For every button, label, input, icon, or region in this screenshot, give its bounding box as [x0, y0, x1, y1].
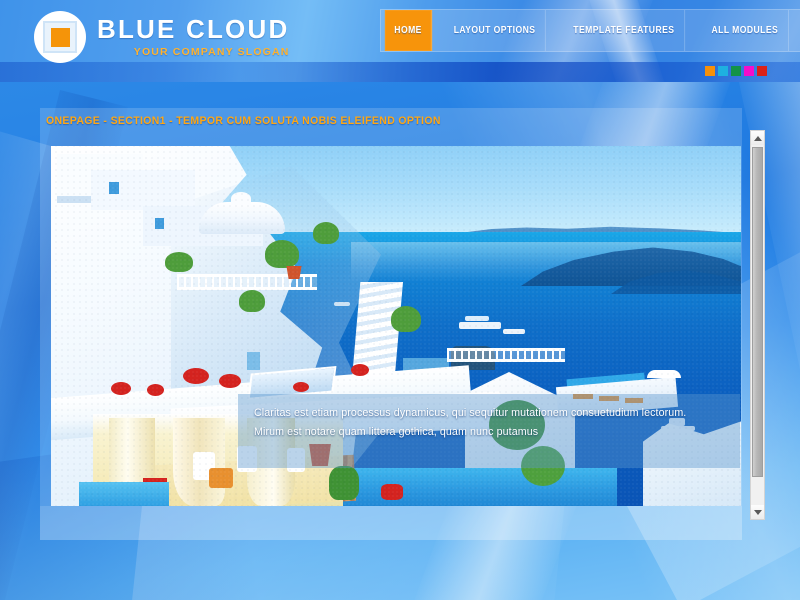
scrollbar-up-button[interactable] [751, 131, 764, 145]
triangle-down-icon [753, 509, 762, 515]
main-navigation: HOME LAYOUT OPTIONS TEMPLATE FEATURES AL… [380, 9, 800, 52]
slider-caption: Claritas est etiam processus dynamicus, … [238, 394, 740, 468]
scrollbar-thumb[interactable] [752, 147, 763, 477]
swatch-orange[interactable] [705, 66, 715, 76]
brand-name: BLUE CLOUD [97, 14, 290, 45]
swatch-green[interactable] [731, 66, 741, 76]
triangle-up-icon [753, 135, 762, 141]
brand-slogan: YOUR COMPANY SLOGAN [133, 46, 290, 59]
swatch-cyan[interactable] [718, 66, 728, 76]
site-logo[interactable]: BLUE CLOUD YOUR COMPANY SLOGAN [34, 8, 289, 66]
swatch-red[interactable] [757, 66, 767, 76]
color-scheme-switcher [705, 66, 767, 76]
square-in-circle-logo-icon [34, 11, 86, 63]
content-panel-footer [40, 506, 742, 540]
nav-item-layout-options[interactable]: LAYOUT OPTIONS [444, 10, 546, 51]
nav-item-template-features[interactable]: TEMPLATE FEATURES [564, 10, 685, 51]
logo-inner-square [50, 27, 70, 47]
logo-text-block: BLUE CLOUD YOUR COMPANY SLOGAN [97, 16, 289, 58]
scrollbar-down-button[interactable] [751, 505, 764, 519]
vertical-scrollbar[interactable] [750, 130, 765, 520]
page-root: BLUE CLOUD YOUR COMPANY SLOGAN HOME LAYO… [0, 0, 800, 600]
nav-item-all-modules[interactable]: ALL MODULES [702, 10, 789, 51]
logo-frame [43, 21, 77, 53]
site-header: BLUE CLOUD YOUR COMPANY SLOGAN HOME LAYO… [0, 0, 800, 82]
swatch-magenta[interactable] [744, 66, 754, 76]
slider-caption-text: Claritas est etiam processus dynamicus, … [254, 407, 687, 438]
nav-item-home[interactable]: HOME [384, 10, 433, 51]
section-title: ONEPAGE - SECTION1 - TEMPOR CUM SOLUTA N… [46, 115, 441, 127]
